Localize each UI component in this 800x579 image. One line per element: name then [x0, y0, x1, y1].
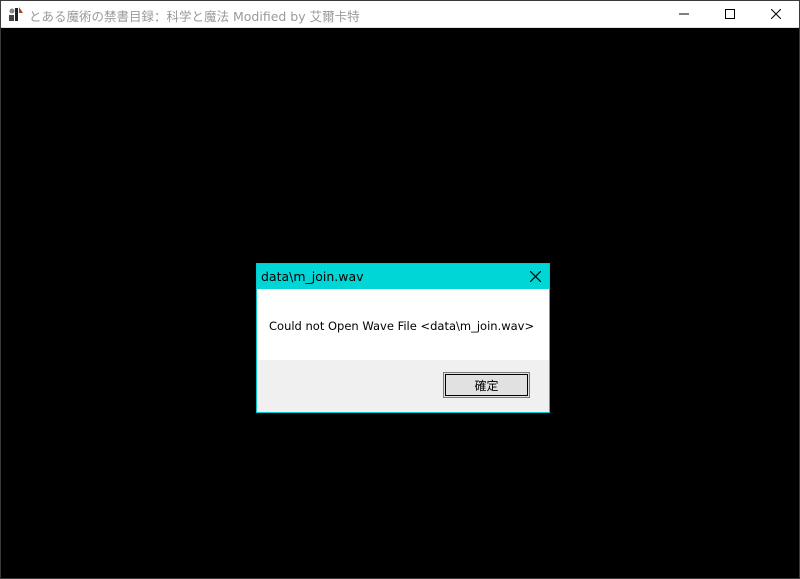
window-titlebar[interactable]: とある魔術の禁書目録：科学と魔法 Modified by 艾爾卡特 — [1, 1, 799, 28]
error-dialog: data\m_join.wav Could not Open Wave File… — [256, 263, 550, 413]
close-button[interactable] — [753, 1, 799, 27]
dialog-title: data\m_join.wav — [261, 269, 364, 284]
maximize-icon — [725, 9, 735, 19]
dialog-close-button[interactable] — [521, 264, 549, 289]
close-icon — [771, 9, 781, 19]
close-icon — [529, 271, 541, 282]
dialog-footer: 確定 — [257, 360, 549, 412]
game-app-icon[interactable] — [7, 5, 25, 23]
dialog-titlebar[interactable]: data\m_join.wav — [257, 264, 549, 289]
minimize-button[interactable] — [661, 1, 707, 27]
ok-button[interactable]: 確定 — [443, 372, 530, 398]
maximize-button[interactable] — [707, 1, 753, 27]
window-title: とある魔術の禁書目録：科学と魔法 Modified by 艾爾卡特 — [29, 9, 360, 24]
minimize-icon — [679, 13, 689, 15]
dialog-body: Could not Open Wave File <data\m_join.wa… — [257, 289, 549, 360]
dialog-message: Could not Open Wave File <data\m_join.wa… — [269, 319, 535, 333]
